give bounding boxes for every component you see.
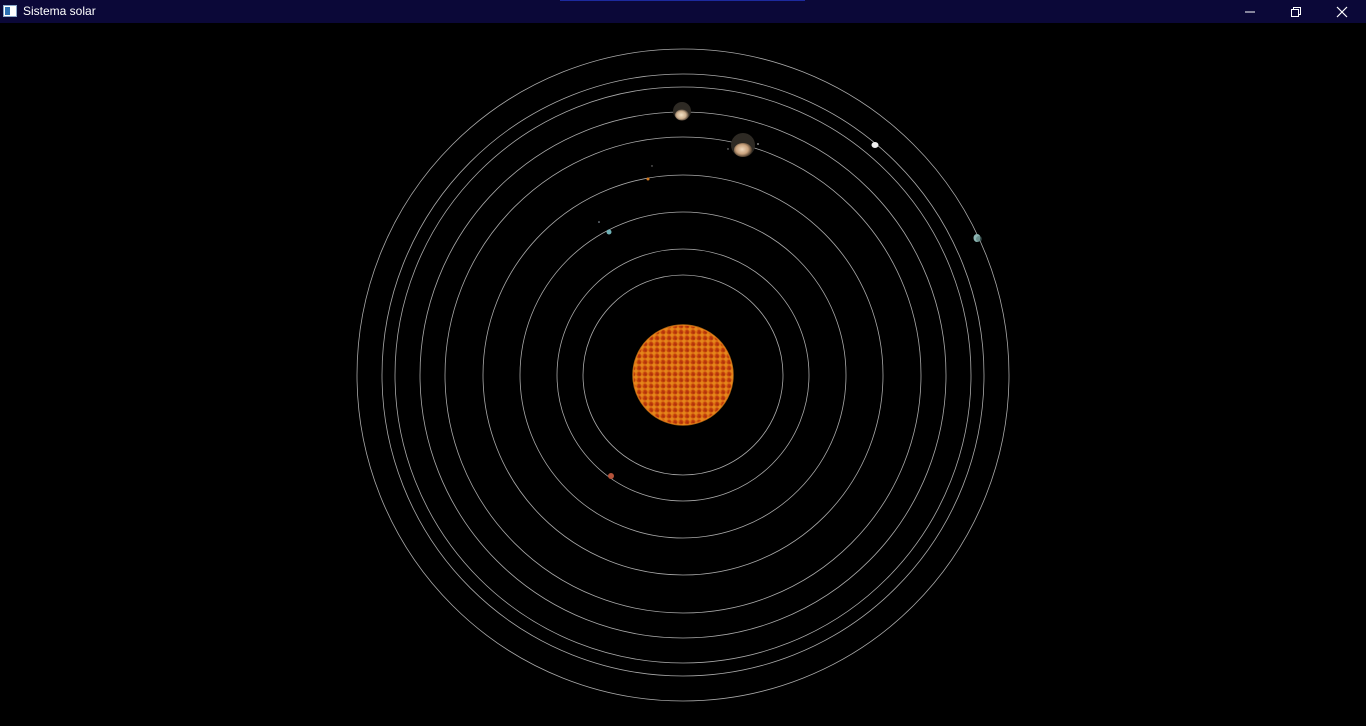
solar-system-canvas[interactable] (0, 23, 1366, 726)
title-bar[interactable]: Sistema solar (0, 0, 1366, 23)
mercury (608, 473, 614, 479)
close-icon (1336, 6, 1348, 17)
window-title: Sistema solar (23, 4, 96, 18)
title-bar-accent (560, 0, 805, 1)
close-button[interactable] (1319, 0, 1365, 23)
app-window-icon[interactable] (3, 5, 17, 17)
saturn (675, 109, 689, 121)
restore-icon (1291, 6, 1301, 17)
restore-button[interactable] (1273, 0, 1319, 23)
mars-moon (651, 165, 653, 167)
solar-system-scene (356, 48, 1010, 702)
venus (606, 229, 612, 235)
uranus (871, 142, 879, 148)
mars (646, 177, 650, 181)
jupiter-moon (757, 143, 759, 145)
neptune-shade (976, 236, 982, 242)
minimize-button[interactable] (1227, 0, 1273, 23)
earth-moon (598, 221, 600, 223)
minimize-icon (1245, 11, 1255, 12)
jupiter-moon-2 (727, 148, 729, 150)
jupiter (734, 143, 752, 157)
